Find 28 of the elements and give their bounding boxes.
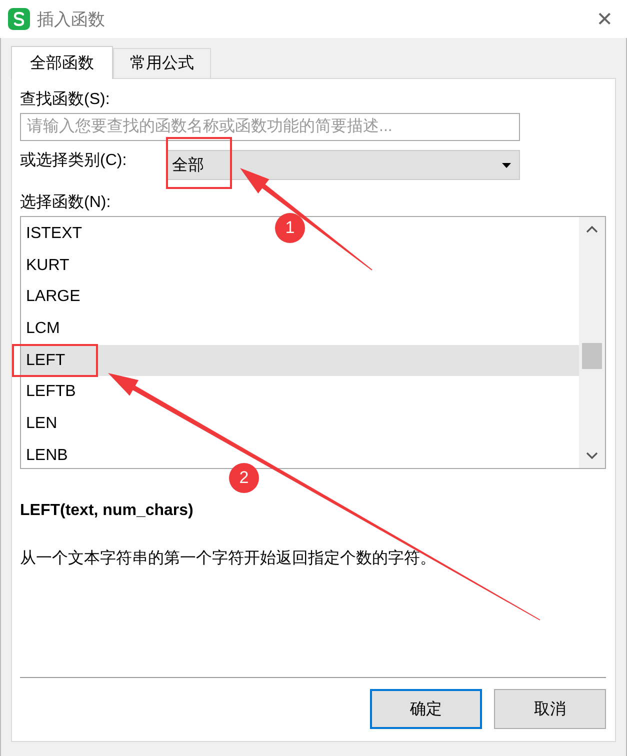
app-logo-icon bbox=[8, 8, 30, 30]
ok-button[interactable]: 确定 bbox=[370, 689, 482, 729]
cancel-button[interactable]: 取消 bbox=[494, 689, 606, 729]
function-description: 从一个文本字符串的第一个字符开始返回指定个数的字符。 bbox=[20, 548, 436, 569]
tab[interactable]: 全部函数 bbox=[11, 46, 113, 79]
function-item[interactable]: ISTEXT bbox=[21, 218, 86, 250]
tab[interactable]: 常用公式 bbox=[113, 48, 211, 78]
highlight-box bbox=[166, 137, 232, 189]
function-item[interactable]: LEFTB bbox=[21, 376, 80, 408]
function-item[interactable]: LEN bbox=[21, 408, 62, 440]
function-item[interactable]: LCM bbox=[21, 313, 64, 345]
scroll-thumb[interactable] bbox=[582, 343, 602, 369]
scroll-down-icon[interactable] bbox=[586, 452, 598, 460]
close-button[interactable]: ✕ bbox=[590, 6, 619, 32]
scrollbar[interactable] bbox=[579, 217, 605, 468]
function-item[interactable]: LARGE bbox=[21, 281, 84, 314]
scroll-up-icon[interactable] bbox=[586, 225, 598, 233]
search-field[interactable]: 请输入您要查找的函数名称或函数功能的简要描述... bbox=[20, 113, 520, 141]
field-label: 或选择类别(C): bbox=[20, 150, 128, 171]
caret-icon bbox=[502, 162, 511, 168]
field-label: 查找函数(S): bbox=[20, 90, 110, 110]
field-label: 选择函数(N): bbox=[20, 192, 111, 213]
category-dropdown[interactable]: 全部 bbox=[167, 150, 520, 180]
function-item[interactable]: LEFT bbox=[21, 344, 579, 376]
window-title: 插入函数 bbox=[37, 8, 105, 30]
function-item[interactable]: LENB bbox=[21, 440, 72, 472]
function-signature: LEFT(text, num_chars) bbox=[20, 502, 194, 520]
function-item[interactable]: KURT bbox=[21, 250, 74, 282]
